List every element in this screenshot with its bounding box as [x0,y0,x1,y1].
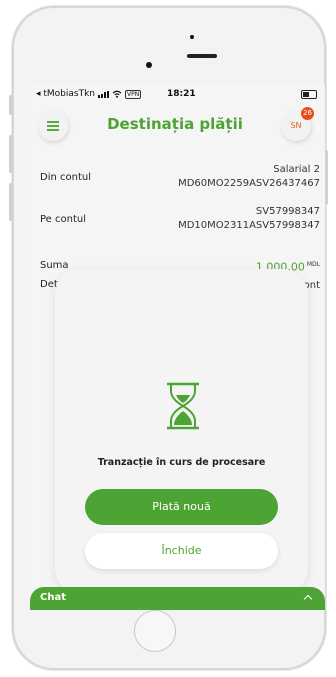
destination-account-name: SV57998347 [255,206,320,217]
chat-label: Chat [40,592,66,603]
sensor-dot [190,35,194,39]
carrier-name: ◂ tMobiasTkn [36,89,96,99]
app-screen: ◂ tMobiasTkn VPN 18:21 Destinația plății… [30,85,325,610]
battery-icon [301,90,317,99]
destination-account-label: Pe contul [40,214,86,225]
source-account-value: Salarial 2 MD60MO2259ASV26437467 [178,163,320,191]
menu-button[interactable] [38,111,68,141]
destination-account-value: SV57998347 MD10MO2311ASV57998347 [178,205,320,233]
processing-card: Tranzacție în curs de procesare Plată no… [55,269,308,594]
amount-currency: MDL [306,261,320,268]
source-account-label: Din contul [40,172,91,183]
new-payment-button[interactable]: Plată nouă [85,489,278,525]
avatar-initials: SN [290,121,302,130]
profile-avatar[interactable]: SN 26 [281,107,314,141]
status-bar: ◂ tMobiasTkn VPN 18:21 [30,85,325,105]
front-camera [146,62,152,68]
processing-status-text: Tranzacție în curs de procesare [97,457,266,468]
signal-icon [98,90,110,98]
destination-account-row: Pe contul SV57998347 MD10MO2311ASV579983… [40,205,320,235]
chat-bar[interactable]: Chat [30,587,325,610]
destination-account-iban: MD10MO2311ASV57998347 [178,220,320,231]
chevron-up-icon[interactable] [303,594,313,604]
volume-up-button [9,135,13,173]
source-account-row: Din contul Salarial 2 MD60MO2259ASV26437… [40,163,320,193]
status-time: 18:21 [167,89,196,99]
mute-switch [9,95,13,115]
app-header: Destinația plății SN 26 [30,105,325,151]
hourglass-icon [167,382,199,430]
status-left: ◂ tMobiasTkn VPN [36,89,142,99]
wifi-icon [112,90,122,98]
vpn-badge: VPN [125,89,142,99]
source-account-iban: MD60MO2259ASV26437467 [178,178,320,189]
amount-label: Suma [40,260,69,271]
notification-badge: 26 [301,107,314,120]
close-button[interactable]: Închide [85,533,278,569]
home-button[interactable] [134,610,176,652]
earpiece-speaker [187,54,217,58]
source-account-name: Salarial 2 [273,164,320,175]
volume-down-button [9,183,13,221]
page-title: Destinația plății [107,115,243,133]
